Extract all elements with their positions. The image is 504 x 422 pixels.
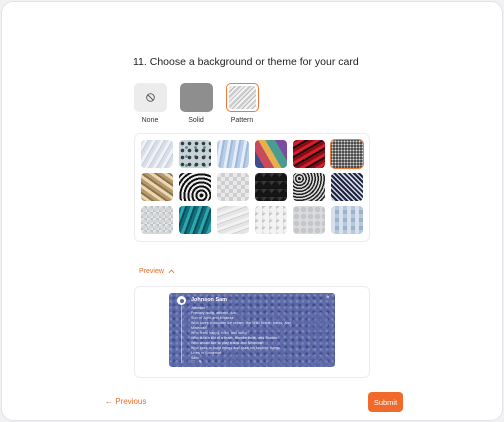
pattern-tile-white-3d-squares[interactable] — [255, 206, 287, 234]
pattern-tile-red-black-waves[interactable] — [293, 140, 325, 168]
pattern-tile-dark-dots-teal[interactable] — [179, 140, 211, 168]
pattern-tile-gold-folds[interactable] — [141, 173, 173, 201]
pattern-tile-teal-waves[interactable] — [179, 206, 211, 234]
preview-actions: ♡ ✎ — [191, 359, 202, 364]
pattern-tile-grey-hexagons[interactable] — [293, 206, 325, 234]
pattern-tile-blue-light-stripes[interactable] — [217, 140, 249, 168]
background-none-option[interactable] — [134, 83, 167, 112]
pattern-tile-bw-curves[interactable] — [293, 173, 325, 201]
preview-line: Friendly, witty, athletic, fun — [191, 311, 236, 315]
preview-toggle[interactable]: Preview — [139, 268, 175, 275]
no-background-icon — [146, 93, 155, 102]
close-icon[interactable]: ✕ — [326, 295, 330, 301]
none-label: None — [141, 117, 159, 124]
preview-timeline — [181, 299, 182, 363]
preview-line: Who feels happy, tired, and lucky — [191, 331, 247, 335]
chevron-up-icon — [168, 269, 175, 273]
pattern-tile-white-cubes[interactable] — [217, 173, 249, 201]
preview-label: Preview — [139, 268, 164, 275]
preview-line: Who would like to play trains and Minecr… — [191, 341, 264, 345]
pattern-tile-black-geometric[interactable] — [255, 173, 287, 201]
pattern-tile-soft-waves-light[interactable] — [141, 140, 173, 168]
pattern-tile-colorful-triangles[interactable] — [255, 140, 287, 168]
card-preview: Johnson Sam ✕ Johnson Friendly, witty, a… — [169, 293, 335, 367]
pattern-tile-bw-spiral[interactable] — [179, 173, 211, 201]
question-title: 11. Choose a background or theme for you… — [133, 56, 359, 68]
pattern-tile-white-zigzag[interactable] — [217, 206, 249, 234]
background-pattern-option[interactable] — [226, 83, 259, 112]
background-solid-option[interactable] — [180, 83, 213, 112]
pattern-label: Pattern — [230, 117, 254, 124]
solid-label: Solid — [188, 117, 204, 124]
previous-button[interactable]: ← Previous — [105, 397, 146, 406]
preview-line: Johnson — [191, 306, 206, 310]
pattern-tile-navy-chevrons[interactable] — [331, 173, 363, 201]
submit-button[interactable]: Submit — [368, 392, 403, 412]
preview-line: Son of John and Miranda — [191, 316, 234, 320]
pattern-tile-black-white-dots[interactable] — [330, 139, 364, 169]
preview-name: Johnson Sam — [191, 297, 228, 303]
preview-line: Lives in Somerset — [191, 351, 222, 355]
preview-line: Who likes to build things and draw his f… — [191, 346, 280, 350]
pattern-tile-blue-rectangles[interactable] — [331, 206, 363, 234]
heart-icon[interactable]: ♡ — [191, 359, 195, 364]
preview-line: Who is/is a kid of a team, thunderbolts,… — [191, 336, 278, 340]
comment-icon[interactable]: ✎ — [199, 359, 202, 364]
preview-line: Minecraft — [191, 326, 207, 330]
avatar — [177, 296, 186, 305]
preview-line: Who loves chocolate ice cream, the Wild … — [191, 321, 291, 325]
pattern-tile-grey-diamonds[interactable] — [141, 206, 173, 234]
